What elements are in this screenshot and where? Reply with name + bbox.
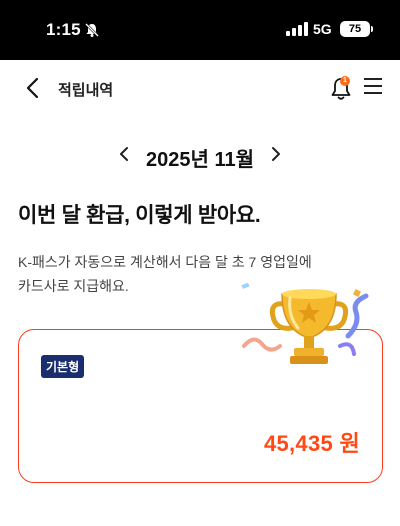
status-time: 1:15 [46, 20, 81, 39]
network-label: 5G [313, 21, 332, 37]
month-label: 2025년 11월 [146, 149, 254, 171]
battery-tip [371, 26, 373, 32]
refund-amount: 45,435 원 [263, 431, 360, 456]
description: K-패스가 자동으로 계산해서 다음 달 초 7 영업일에 카드사로 지급해요. [18, 250, 378, 298]
refund-card[interactable]: 기본형 45,435 원 [18, 329, 383, 483]
status-bar: 1:15 5G 75 [0, 0, 400, 60]
battery-indicator: 75 [340, 21, 370, 37]
notification-badge: 1 [340, 76, 350, 86]
chevron-right-icon[interactable] [266, 145, 284, 163]
description-line-2: 카드사로 지급해요. [18, 278, 129, 294]
bell-off-icon [85, 23, 99, 37]
signal-icon [286, 22, 308, 36]
plan-badge: 기본형 [41, 355, 85, 378]
month-navigation: 2025년 11월 [0, 140, 400, 171]
app-header: 적립내역 1 [0, 60, 400, 116]
headline: 이번 달 환급, 이렇게 받아요. [18, 204, 261, 227]
page-title: 적립내역 [58, 82, 114, 99]
description-line-1: K-패스가 자동으로 계산해서 다음 달 초 7 영업일에 [18, 254, 312, 270]
back-arrow-icon[interactable] [22, 76, 46, 100]
chevron-left-icon[interactable] [116, 145, 134, 163]
menu-icon[interactable] [364, 78, 384, 98]
